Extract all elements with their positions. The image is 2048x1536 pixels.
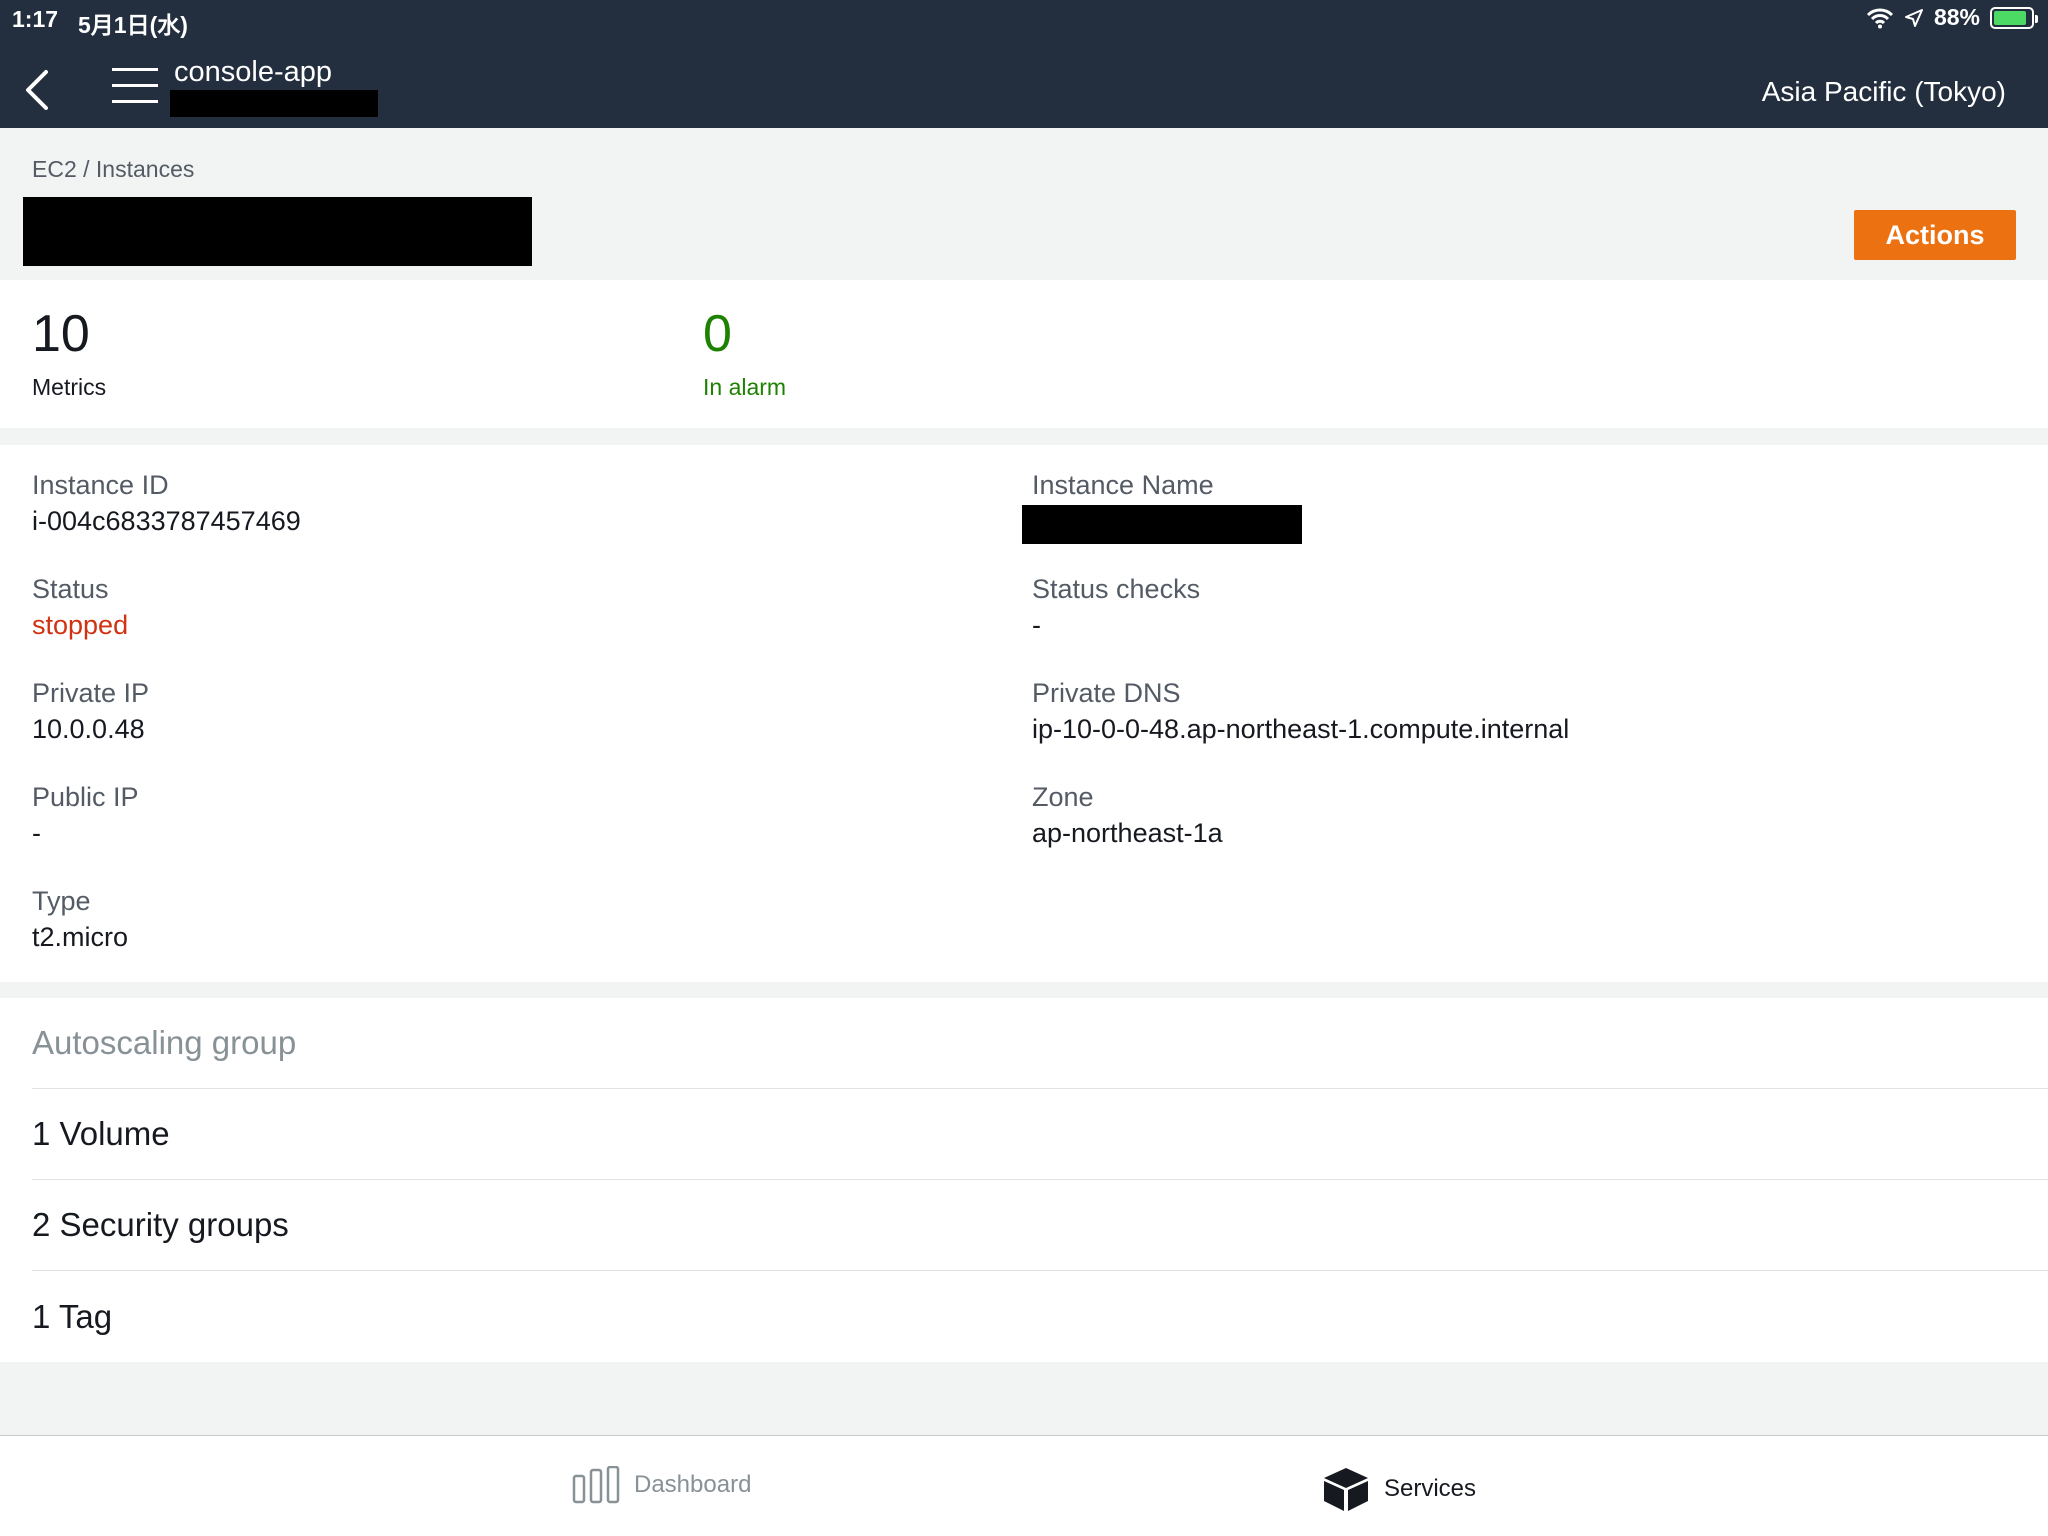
- region-selector[interactable]: Asia Pacific (Tokyo): [1762, 76, 2006, 108]
- status-checks-label: Status checks: [1032, 574, 1201, 604]
- private-ip-field: Private IP 10.0.0.48: [32, 675, 149, 747]
- tab-services-label: Services: [1384, 1475, 1477, 1502]
- battery-icon: [1990, 6, 2038, 29]
- related-resources-list: Autoscaling group 1 Volume 2 Security gr…: [0, 998, 2048, 1362]
- zone-value: ap-northeast-1a: [1032, 818, 1223, 848]
- type-field: Type t2.micro: [32, 883, 128, 955]
- dashboard-icon: [572, 1466, 620, 1504]
- location-arrow-icon: [1904, 8, 1924, 28]
- zone-label: Zone: [1032, 782, 1094, 812]
- private-dns-field: Private DNS ip-10-0-0-48.ap-northeast-1.…: [1032, 675, 1569, 747]
- alarm-count: 0: [703, 305, 732, 363]
- tab-dashboard-label: Dashboard: [634, 1471, 752, 1498]
- private-dns-label: Private DNS: [1032, 678, 1181, 708]
- tab-services[interactable]: Services: [1322, 1466, 1476, 1512]
- public-ip-label: Public IP: [32, 782, 139, 812]
- top-bar: 1:17 5月1日(水) 88% console-app Asia Pacifi…: [0, 0, 2048, 128]
- status-field: Status stopped: [32, 571, 128, 643]
- tab-dashboard[interactable]: Dashboard: [572, 1466, 751, 1504]
- actions-button[interactable]: Actions: [1854, 210, 2016, 260]
- type-value: t2.micro: [32, 922, 129, 952]
- public-ip-field: Public IP -: [32, 779, 139, 851]
- private-ip-label: Private IP: [32, 678, 150, 708]
- bottom-tab-bar: Dashboard Services: [0, 1435, 2048, 1536]
- public-ip-value: -: [32, 818, 41, 848]
- battery-percent: 88%: [1933, 4, 1980, 30]
- wifi-icon: [1866, 7, 1894, 29]
- instance-id-field: Instance ID i-004c6833787457469: [32, 467, 301, 539]
- alarm-label: In alarm: [703, 374, 787, 400]
- status-date: 5月1日(水): [78, 12, 188, 38]
- redacted-instance-name: [1022, 505, 1302, 544]
- private-ip-value: 10.0.0.48: [32, 714, 145, 744]
- status-bar: 1:17 5月1日(水) 88%: [0, 0, 2048, 40]
- status-checks-value: -: [1032, 610, 1041, 640]
- status-label: Status: [32, 574, 109, 604]
- instance-name-label: Instance Name: [1032, 470, 1214, 500]
- instance-name-field: Instance Name: [1032, 467, 1214, 503]
- redacted-instance-title: [23, 197, 532, 266]
- metrics-label: Metrics: [32, 374, 107, 400]
- volume-item[interactable]: 1 Volume: [32, 1089, 2048, 1180]
- app-title: console-app: [174, 56, 332, 88]
- battery-level: [1994, 10, 2026, 25]
- cube-icon: [1324, 1468, 1368, 1511]
- status-value: stopped: [32, 610, 129, 640]
- instance-id-label: Instance ID: [32, 470, 169, 500]
- back-button[interactable]: [20, 68, 56, 112]
- private-dns-value: ip-10-0-0-48.ap-northeast-1.compute.inte…: [1032, 714, 1570, 744]
- zone-field: Zone ap-northeast-1a: [1032, 779, 1223, 851]
- status-indicators: 88%: [1866, 4, 2038, 31]
- type-label: Type: [32, 886, 91, 916]
- chevron-left-icon: [26, 70, 48, 110]
- security-groups-item[interactable]: 2 Security groups: [32, 1180, 2048, 1271]
- instance-details-card: Instance ID i-004c6833787457469 Instance…: [0, 445, 2048, 982]
- metrics-count: 10: [32, 305, 90, 363]
- status-time: 1:17: [12, 6, 59, 32]
- hamburger-menu-icon[interactable]: [112, 68, 158, 112]
- metrics-card[interactable]: 10 Metrics 0 In alarm: [0, 280, 2048, 428]
- instance-id-value: i-004c6833787457469: [32, 506, 301, 536]
- breadcrumb[interactable]: EC2 / Instances: [32, 156, 194, 183]
- redacted-account-name: [170, 90, 378, 117]
- status-checks-field: Status checks -: [1032, 571, 1200, 643]
- autoscaling-group-item: Autoscaling group: [32, 998, 2048, 1089]
- tag-item[interactable]: 1 Tag: [32, 1271, 2048, 1362]
